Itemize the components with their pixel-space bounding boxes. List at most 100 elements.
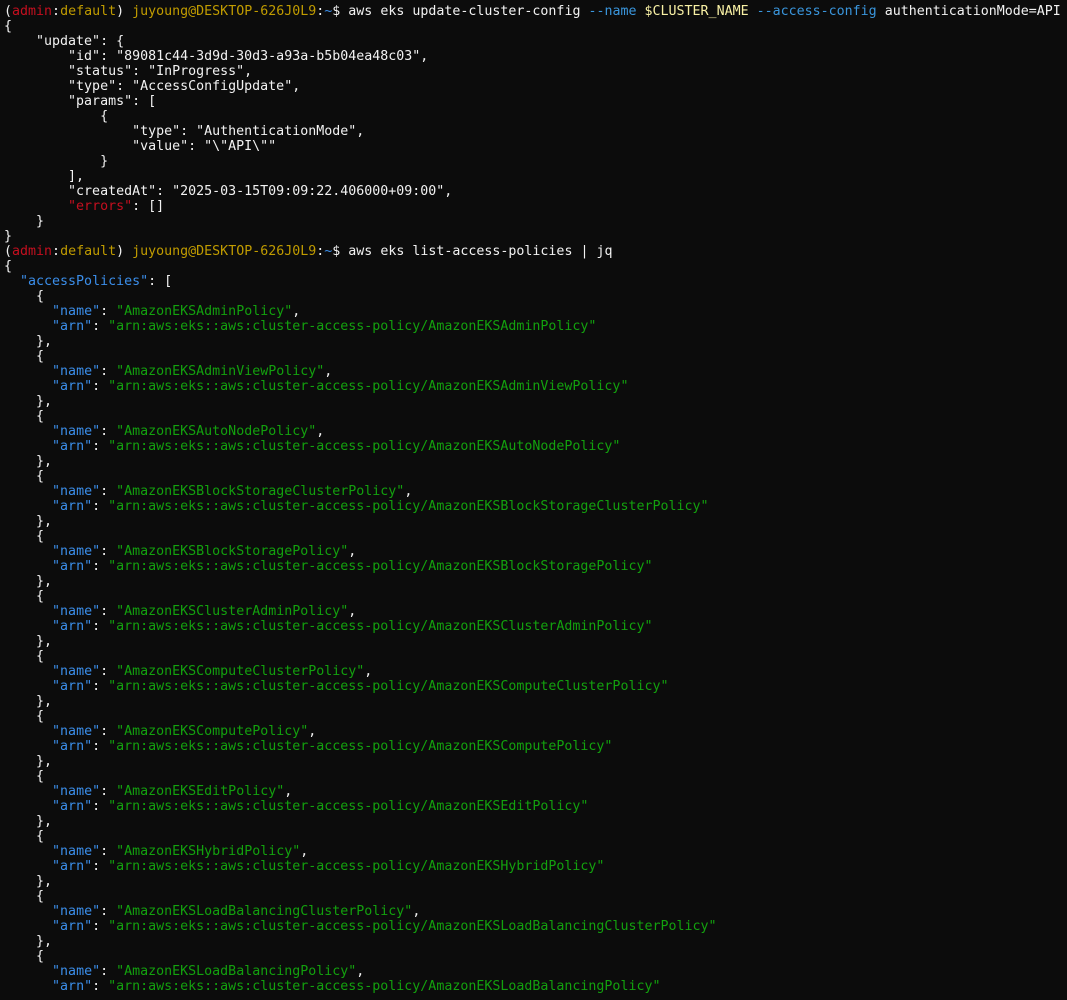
terminal-text-segment: "arn": [52, 439, 93, 454]
terminal-text-segment: :: [100, 304, 117, 319]
terminal-line: {: [4, 889, 1067, 904]
terminal-text-segment: "arn": [52, 799, 93, 814]
terminal-line: (admin:default) juyoung@DESKTOP-626J0L9:…: [4, 4, 1067, 19]
terminal-line: },: [4, 634, 1067, 649]
terminal-line: {: [4, 289, 1067, 304]
terminal-text-segment: "value": "\"API\"": [4, 139, 277, 154]
terminal-line: "name": "AmazonEKSHybridPolicy",: [4, 844, 1067, 859]
terminal-text-segment: "arn": [52, 859, 93, 874]
terminal-line: "arn": "arn:aws:eks::aws:cluster-access-…: [4, 679, 1067, 694]
terminal-text-segment: {: [4, 19, 13, 34]
terminal-text-segment: ,: [308, 724, 317, 739]
terminal-text-segment: "arn:aws:eks::aws:cluster-access-policy/…: [108, 739, 613, 754]
terminal-text-segment: },: [4, 814, 53, 829]
terminal-text-segment: "AmazonEKSClusterAdminPolicy": [116, 604, 349, 619]
terminal-line: },: [4, 814, 1067, 829]
terminal-text-segment: "AmazonEKSEditPolicy": [116, 784, 285, 799]
terminal-text-segment: {: [4, 769, 45, 784]
terminal-text-segment: :: [92, 679, 109, 694]
terminal-text-segment: :: [92, 799, 109, 814]
terminal-line: ],: [4, 169, 1067, 184]
terminal-text-segment: {: [4, 259, 13, 274]
terminal-text-segment: "update": {: [4, 34, 125, 49]
terminal-text-segment: authenticationMode=API: [884, 4, 1061, 19]
terminal-text-segment: "arn": [52, 919, 93, 934]
terminal-line: "createdAt": "2025-03-15T09:09:22.406000…: [4, 184, 1067, 199]
terminal-text-segment: "type": "AccessConfigUpdate",: [4, 79, 301, 94]
terminal-text-segment: {: [4, 949, 45, 964]
terminal-text-segment: ,: [356, 964, 365, 979]
terminal-text-segment: : []: [132, 199, 165, 214]
terminal-line: {: [4, 589, 1067, 604]
terminal-window[interactable]: (admin:default) juyoung@DESKTOP-626J0L9:…: [0, 0, 1067, 1000]
terminal-text-segment: "name": [52, 784, 101, 799]
terminal-text-segment: },: [4, 754, 53, 769]
terminal-line: "arn": "arn:aws:eks::aws:cluster-access-…: [4, 499, 1067, 514]
terminal-text-segment: },: [4, 454, 53, 469]
terminal-text-segment: "name": [52, 904, 101, 919]
terminal-text-segment: {: [4, 589, 45, 604]
terminal-text-segment: },: [4, 874, 53, 889]
terminal-text-segment: :: [92, 439, 109, 454]
terminal-text-segment: ,: [348, 604, 357, 619]
terminal-line: "arn": "arn:aws:eks::aws:cluster-access-…: [4, 799, 1067, 814]
terminal-line: "arn": "arn:aws:eks::aws:cluster-access-…: [4, 619, 1067, 634]
terminal-line: "arn": "arn:aws:eks::aws:cluster-access-…: [4, 859, 1067, 874]
terminal-text-segment: "AmazonEKSLoadBalancingClusterPolicy": [116, 904, 413, 919]
terminal-text-segment: "name": [52, 304, 101, 319]
terminal-line: {: [4, 409, 1067, 424]
terminal-text-segment: :: [92, 979, 109, 994]
terminal-line: "status": "InProgress",: [4, 64, 1067, 79]
terminal-line: },: [4, 454, 1067, 469]
terminal-text-segment: {: [4, 469, 45, 484]
terminal-text-segment: (: [4, 4, 13, 19]
terminal-text-segment: "name": [52, 724, 101, 739]
terminal-text-segment: :: [100, 904, 117, 919]
terminal-text-segment: }: [4, 154, 109, 169]
terminal-text-segment: ,: [404, 484, 413, 499]
terminal-line: {: [4, 469, 1067, 484]
terminal-line: "name": "AmazonEKSLoadBalancingClusterPo…: [4, 904, 1067, 919]
terminal-text-segment: "AmazonEKSComputePolicy": [116, 724, 309, 739]
terminal-line: "params": [: [4, 94, 1067, 109]
terminal-line: "arn": "arn:aws:eks::aws:cluster-access-…: [4, 979, 1067, 994]
terminal-text-segment: {: [4, 289, 45, 304]
terminal-line: }: [4, 154, 1067, 169]
terminal-text-segment: :: [92, 499, 109, 514]
terminal-text-segment: "name": [52, 844, 101, 859]
terminal-text-segment: ],: [4, 169, 85, 184]
terminal-text-segment: ,: [412, 904, 421, 919]
terminal-text-segment: },: [4, 394, 53, 409]
terminal-line: "errors": []: [4, 199, 1067, 214]
terminal-line: {: [4, 949, 1067, 964]
terminal-line: {: [4, 19, 1067, 34]
terminal-text-segment: "name": [52, 964, 101, 979]
terminal-text-segment: ,: [292, 304, 301, 319]
terminal-text-segment: :: [100, 424, 117, 439]
terminal-text-segment: "arn": [52, 499, 93, 514]
terminal-text-segment: :: [92, 919, 109, 934]
terminal-text-segment: :: [100, 784, 117, 799]
terminal-text-segment: "AmazonEKSLoadBalancingPolicy": [116, 964, 357, 979]
terminal-line: "arn": "arn:aws:eks::aws:cluster-access-…: [4, 379, 1067, 394]
terminal-line: },: [4, 334, 1067, 349]
terminal-text-segment: "arn:aws:eks::aws:cluster-access-policy/…: [108, 799, 589, 814]
terminal-line: "name": "AmazonEKSLoadBalancingPolicy",: [4, 964, 1067, 979]
terminal-line: "id": "89081c44-3d9d-30d3-a93a-b5b04ea48…: [4, 49, 1067, 64]
terminal-line: },: [4, 874, 1067, 889]
terminal-text-segment: "AmazonEKSAdminPolicy": [116, 304, 293, 319]
terminal-line: },: [4, 754, 1067, 769]
terminal-text-segment: },: [4, 634, 53, 649]
terminal-line: "update": {: [4, 34, 1067, 49]
